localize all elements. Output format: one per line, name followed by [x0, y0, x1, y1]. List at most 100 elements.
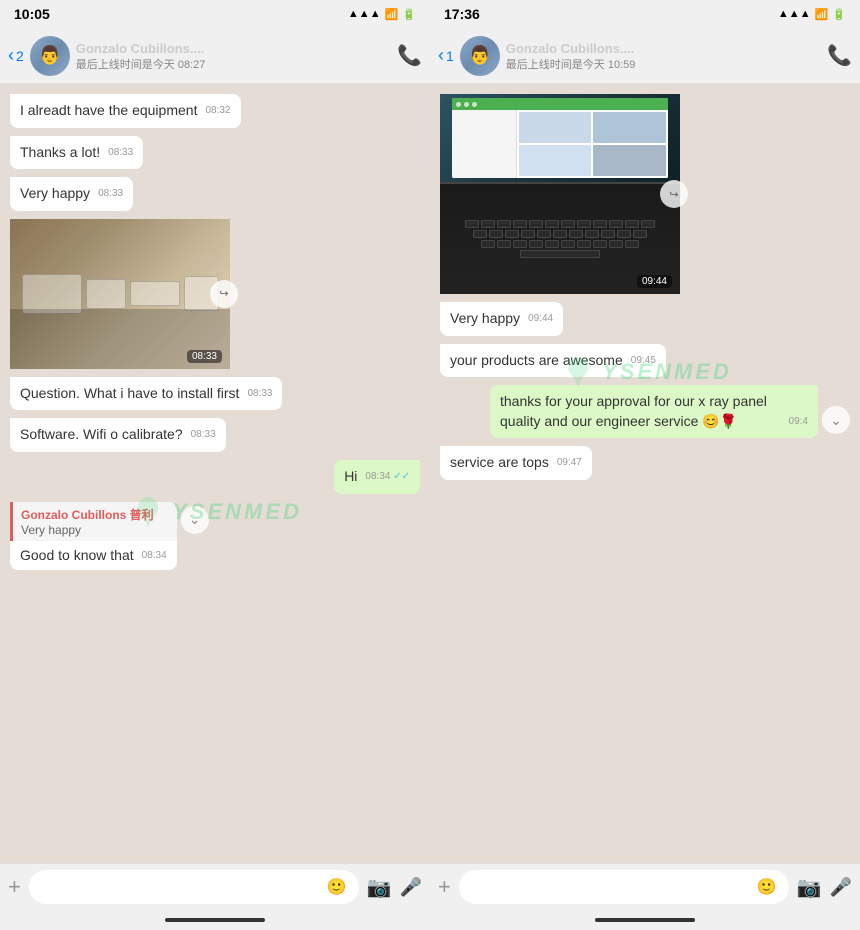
- key: [521, 230, 535, 238]
- avatar-left[interactable]: 👨: [30, 36, 70, 76]
- laptop-content: [440, 94, 680, 294]
- input-box-left[interactable]: 🙂: [29, 870, 359, 904]
- reply-time: 08:34: [142, 550, 167, 561]
- key: [641, 220, 655, 228]
- status-icons-left: ▲▲▲ 📶 🔋: [348, 8, 416, 21]
- key: [473, 230, 487, 238]
- back-chevron-right: ‹: [438, 45, 444, 66]
- msg-text-2: Thanks a lot!: [20, 144, 100, 160]
- msg-text-r1: Very happy: [450, 310, 520, 326]
- key: [625, 240, 639, 248]
- image-time-left: 08:33: [187, 350, 222, 363]
- sticker-icon-right[interactable]: 🙂: [757, 877, 777, 897]
- back-chevron-left: ‹: [8, 45, 14, 66]
- msg-time-r1: 09:44: [528, 312, 553, 326]
- chat-area-left: I alreadt have the equipment 08:32 Thank…: [0, 84, 430, 863]
- message-reply: Gonzalo Cubillons 普利 Very happy Good to …: [10, 502, 420, 570]
- message-3: Very happy 08:33: [10, 177, 420, 211]
- key: [561, 220, 575, 228]
- status-icons-right: ▲▲▲ 📶 🔋: [778, 8, 846, 21]
- screen-block-3: [519, 145, 592, 176]
- home-indicator-left: [0, 910, 430, 930]
- msg-text-r2: your products are awesome: [450, 352, 623, 368]
- avatar-image-left: 👨: [30, 36, 70, 76]
- screen-block-1: [519, 112, 592, 143]
- key: [545, 240, 559, 248]
- screen-block-4: [593, 145, 666, 176]
- screen-sidebar: [452, 110, 517, 177]
- sticker-icon-left[interactable]: 🙂: [327, 877, 347, 897]
- message-r2: your products are awesome 09:45: [440, 344, 850, 378]
- key: [497, 240, 511, 248]
- camera-icon-right[interactable]: 📷: [797, 875, 822, 900]
- back-button-right[interactable]: ‹ 1: [438, 45, 454, 66]
- screen-main: [517, 110, 668, 177]
- screen-body: [452, 110, 668, 177]
- back-count-right: 1: [446, 48, 454, 64]
- msg-time-r2: 09:45: [631, 354, 656, 368]
- reply-quote: Gonzalo Cubillons 普利 Very happy: [10, 502, 177, 541]
- input-box-right[interactable]: 🙂: [459, 870, 789, 904]
- back-count-left: 2: [16, 48, 24, 64]
- status-bar-left: 10:05 ▲▲▲ 📶 🔋: [0, 0, 430, 28]
- home-indicator-right: [430, 910, 860, 930]
- message-2: Thanks a lot! 08:33: [10, 136, 420, 170]
- bubble-r3: thanks for your approval for our x ray p…: [490, 385, 818, 438]
- reply-quote-text: Very happy: [21, 523, 169, 537]
- plus-button-left[interactable]: +: [8, 874, 21, 900]
- key: [577, 240, 591, 248]
- image-wrap-left[interactable]: 08:33 ↪: [10, 219, 230, 369]
- key: [537, 230, 551, 238]
- mic-icon-left[interactable]: 🎤: [400, 877, 422, 898]
- expand-button-outgoing[interactable]: ⌄: [822, 406, 850, 434]
- msg-time-r4: 09:47: [557, 456, 582, 470]
- signal-icon-left: ▲▲▲: [348, 8, 381, 20]
- msg-time-2: 08:33: [108, 146, 133, 160]
- key: [561, 240, 575, 248]
- laptop-image-time: 09:44: [637, 275, 672, 288]
- expand-button-left[interactable]: ⌄: [181, 506, 209, 534]
- laptop-image-wrap[interactable]: 09:44 ↪: [440, 94, 680, 294]
- msg-time-5: 08:33: [191, 428, 216, 442]
- plus-button-right[interactable]: +: [438, 874, 451, 900]
- reply-bubble: Gonzalo Cubillons 普利 Very happy Good to …: [10, 502, 177, 570]
- key: [609, 240, 623, 248]
- reply-main-text: Good to know that 08:34: [10, 541, 177, 570]
- chat-header-left: ‹ 2 👨 Gonzalo Cubillons.... 最后上线时间是今天 08…: [0, 28, 430, 84]
- key: [545, 220, 559, 228]
- key: [481, 220, 495, 228]
- battery-icon-left: 🔋: [402, 8, 416, 21]
- camera-icon-left[interactable]: 📷: [367, 875, 392, 900]
- msg-text-3: Very happy: [20, 185, 90, 201]
- key-row-spacebar: [444, 250, 676, 258]
- key: [625, 220, 639, 228]
- share-button-right[interactable]: ↪: [660, 180, 688, 208]
- equipment-image[interactable]: 08:33: [10, 219, 230, 369]
- call-button-right[interactable]: 📞: [827, 43, 852, 68]
- status-bar-right: 17:36 ▲▲▲ 📶 🔋: [430, 0, 860, 28]
- laptop-image[interactable]: 09:44: [440, 94, 680, 294]
- input-area-left: + 🙂 📷 🎤: [0, 863, 430, 910]
- back-button-left[interactable]: ‹ 2: [8, 45, 24, 66]
- equipment-img-content: [10, 219, 230, 369]
- battery-icon-right: 🔋: [832, 8, 846, 21]
- message-6: Hi 08:34: [10, 460, 420, 494]
- signal-icon-right: ▲▲▲: [778, 8, 811, 20]
- key: [497, 220, 511, 228]
- home-bar-right: [595, 918, 695, 922]
- share-button-left[interactable]: ↪: [210, 280, 238, 308]
- key: [513, 220, 527, 228]
- msg-text-5: Software. Wifi o calibrate?: [20, 426, 183, 442]
- wifi-icon-right: 📶: [815, 8, 829, 21]
- avatar-right[interactable]: 👨: [460, 36, 500, 76]
- mic-icon-right[interactable]: 🎤: [830, 877, 852, 898]
- contact-status-left: 最后上线时间是今天 08:27: [76, 56, 391, 72]
- key: [505, 230, 519, 238]
- key: [633, 230, 647, 238]
- key: [529, 240, 543, 248]
- message-4: Question. What i have to install first 0…: [10, 377, 420, 411]
- call-button-left[interactable]: 📞: [397, 43, 422, 68]
- bubble-r4: service are tops 09:47: [440, 446, 592, 480]
- contact-status-right: 最后上线时间是今天 10:59: [506, 56, 821, 72]
- key: [553, 230, 567, 238]
